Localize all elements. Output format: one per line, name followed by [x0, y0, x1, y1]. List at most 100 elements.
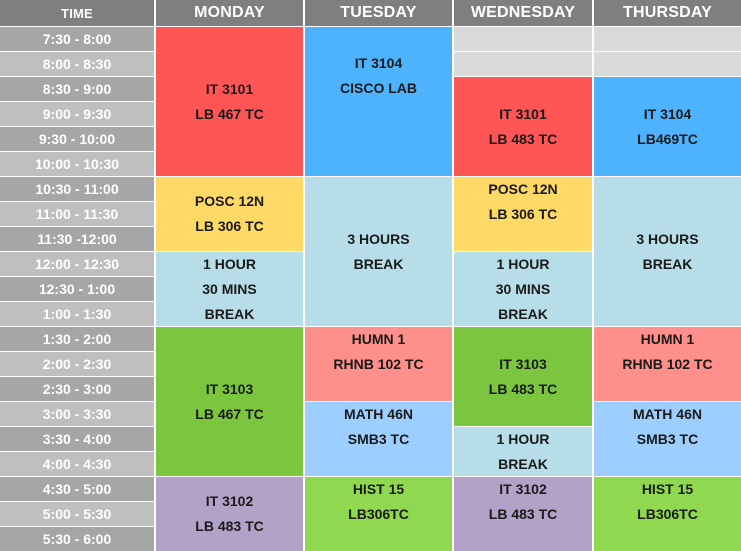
time-slot: 5:30 - 6:00	[0, 527, 154, 551]
time-slot: 5:00 - 5:30	[0, 502, 154, 526]
time-slot: 1:00 - 1:30	[0, 302, 154, 326]
class-block-it3101-monday: IT 3101 LB 467 TC	[156, 27, 303, 176]
class-block-it3104-thursday: IT 3104 LB469TC	[594, 77, 741, 176]
break-block-tuesday: 3 HOURS BREAK	[305, 177, 452, 326]
room: LB 483 TC	[488, 380, 558, 397]
break-duration: 1 HOUR	[203, 255, 256, 272]
empty-slot	[594, 52, 741, 76]
time-slot: 12:00 - 12:30	[0, 252, 154, 276]
class-block-it3104-tuesday: IT 3104 CISCO LAB	[305, 27, 452, 176]
empty-slot	[594, 27, 741, 51]
time-slot: 4:30 - 5:00	[0, 477, 154, 501]
course-code: IT 3101	[205, 80, 254, 97]
class-block-humn1-thursday: HUMN 1 RHNB 102 TC	[594, 327, 741, 401]
schedule-grid: TIME MONDAY TUESDAY WEDNESDAY THURSDAY 7…	[0, 0, 741, 551]
break-duration: 30 MINS	[495, 280, 551, 297]
time-slot: 3:00 - 3:30	[0, 402, 154, 426]
course-code: IT 3103	[205, 380, 254, 397]
class-block-hist15-thursday: HIST 15 LB306TC	[594, 477, 741, 551]
break-label: BREAK	[204, 305, 255, 322]
time-slot: 1:30 - 2:00	[0, 327, 154, 351]
class-block-hist15-tuesday: HIST 15 LB306TC	[305, 477, 452, 551]
course-code: MATH 46N	[633, 406, 702, 422]
empty-slot	[454, 27, 592, 51]
header-tuesday: TUESDAY	[305, 0, 452, 26]
row-divider	[0, 26, 741, 27]
time-slot: 8:30 - 9:00	[0, 77, 154, 101]
course-code: IT 3103	[499, 355, 547, 372]
room: LB 467 TC	[195, 405, 264, 422]
time-slot: 2:30 - 3:00	[0, 377, 154, 401]
room: LB306TC	[348, 506, 409, 522]
break-label: BREAK	[353, 255, 404, 272]
time-slot: 7:30 - 8:00	[0, 27, 154, 51]
class-block-humn1-tuesday: HUMN 1 RHNB 102 TC	[305, 327, 452, 401]
break-block-monday: 1 HOUR 30 MINS BREAK	[156, 252, 303, 326]
course-code: POSC 12N	[488, 181, 558, 197]
time-slot: 9:30 - 10:00	[0, 127, 154, 151]
header-time: TIME	[0, 0, 154, 26]
time-slot: 4:00 - 4:30	[0, 452, 154, 476]
row-divider	[0, 326, 741, 327]
time-slot: 11:30 -12:00	[0, 227, 154, 251]
course-code: IT 3102	[205, 493, 254, 509]
course-code: POSC 12N	[194, 193, 265, 209]
time-slot: 11:00 - 11:30	[0, 202, 154, 226]
class-block-math46n-tuesday: MATH 46N SMB3 TC	[305, 402, 452, 476]
row-divider	[0, 476, 741, 477]
room: RHNB 102 TC	[622, 356, 713, 372]
header-monday: MONDAY	[156, 0, 303, 26]
room: LB306TC	[637, 506, 698, 522]
room: LB 483 TC	[488, 506, 558, 522]
time-slot: 2:00 - 2:30	[0, 352, 154, 376]
class-block-it3102-wednesday: IT 3102 LB 483 TC	[454, 477, 592, 551]
room: LB 306 TC	[488, 206, 558, 222]
time-slot: 10:30 - 11:00	[0, 177, 154, 201]
course-code: MATH 46N	[344, 406, 413, 422]
class-block-it3102-monday: IT 3102 LB 483 TC	[156, 477, 303, 551]
break-block-thursday: 3 HOURS BREAK	[594, 177, 741, 326]
time-slot: 8:00 - 8:30	[0, 52, 154, 76]
room: LB469TC	[637, 130, 698, 147]
room: SMB3 TC	[636, 431, 699, 447]
break-label: BREAK	[642, 255, 693, 272]
course-code: HIST 15	[352, 481, 405, 497]
course-code: IT 3104	[354, 55, 403, 71]
column-divider	[154, 0, 156, 551]
class-block-posc12n-monday: POSC 12N LB 306 TC	[156, 177, 303, 251]
room: RHNB 102 TC	[333, 356, 424, 372]
room: SMB3 TC	[347, 431, 410, 447]
break-duration: 30 MINS	[202, 280, 257, 297]
time-slot: 10:00 - 10:30	[0, 152, 154, 176]
room: LB 483 TC	[195, 518, 264, 534]
course-code: HIST 15	[641, 481, 694, 497]
header-thursday: THURSDAY	[594, 0, 741, 26]
course-code: HUMN 1	[351, 331, 406, 347]
room: LB 467 TC	[195, 105, 264, 122]
column-divider	[303, 0, 305, 551]
course-code: IT 3101	[499, 105, 547, 122]
break-label: BREAK	[498, 305, 548, 322]
course-code: IT 3104	[643, 105, 692, 122]
course-code: IT 3102	[499, 481, 547, 497]
class-block-it3103-wednesday: IT 3103 LB 483 TC	[454, 327, 592, 426]
class-block-it3103-monday: IT 3103 LB 467 TC	[156, 327, 303, 476]
room: CISCO LAB	[340, 80, 417, 96]
time-slot: 12:30 - 1:00	[0, 277, 154, 301]
break-duration: 3 HOURS	[636, 230, 699, 247]
empty-slot	[454, 52, 592, 76]
row-divider	[0, 176, 741, 177]
room: LB 306 TC	[195, 218, 264, 234]
break-block-wednesday-afternoon: 1 HOUR BREAK	[454, 427, 592, 476]
class-block-posc12n-wednesday: POSC 12N LB 306 TC	[454, 177, 592, 251]
break-duration: 1 HOUR	[496, 430, 550, 447]
break-block-wednesday: 1 HOUR 30 MINS BREAK	[454, 252, 592, 326]
break-label: BREAK	[498, 455, 548, 472]
column-divider	[592, 0, 594, 551]
class-block-it3101-wednesday: IT 3101 LB 483 TC	[454, 77, 592, 176]
time-slot: 3:30 - 4:00	[0, 427, 154, 451]
room: LB 483 TC	[488, 130, 558, 147]
header-wednesday: WEDNESDAY	[454, 0, 592, 26]
class-block-math46n-thursday: MATH 46N SMB3 TC	[594, 402, 741, 476]
time-slot: 9:00 - 9:30	[0, 102, 154, 126]
